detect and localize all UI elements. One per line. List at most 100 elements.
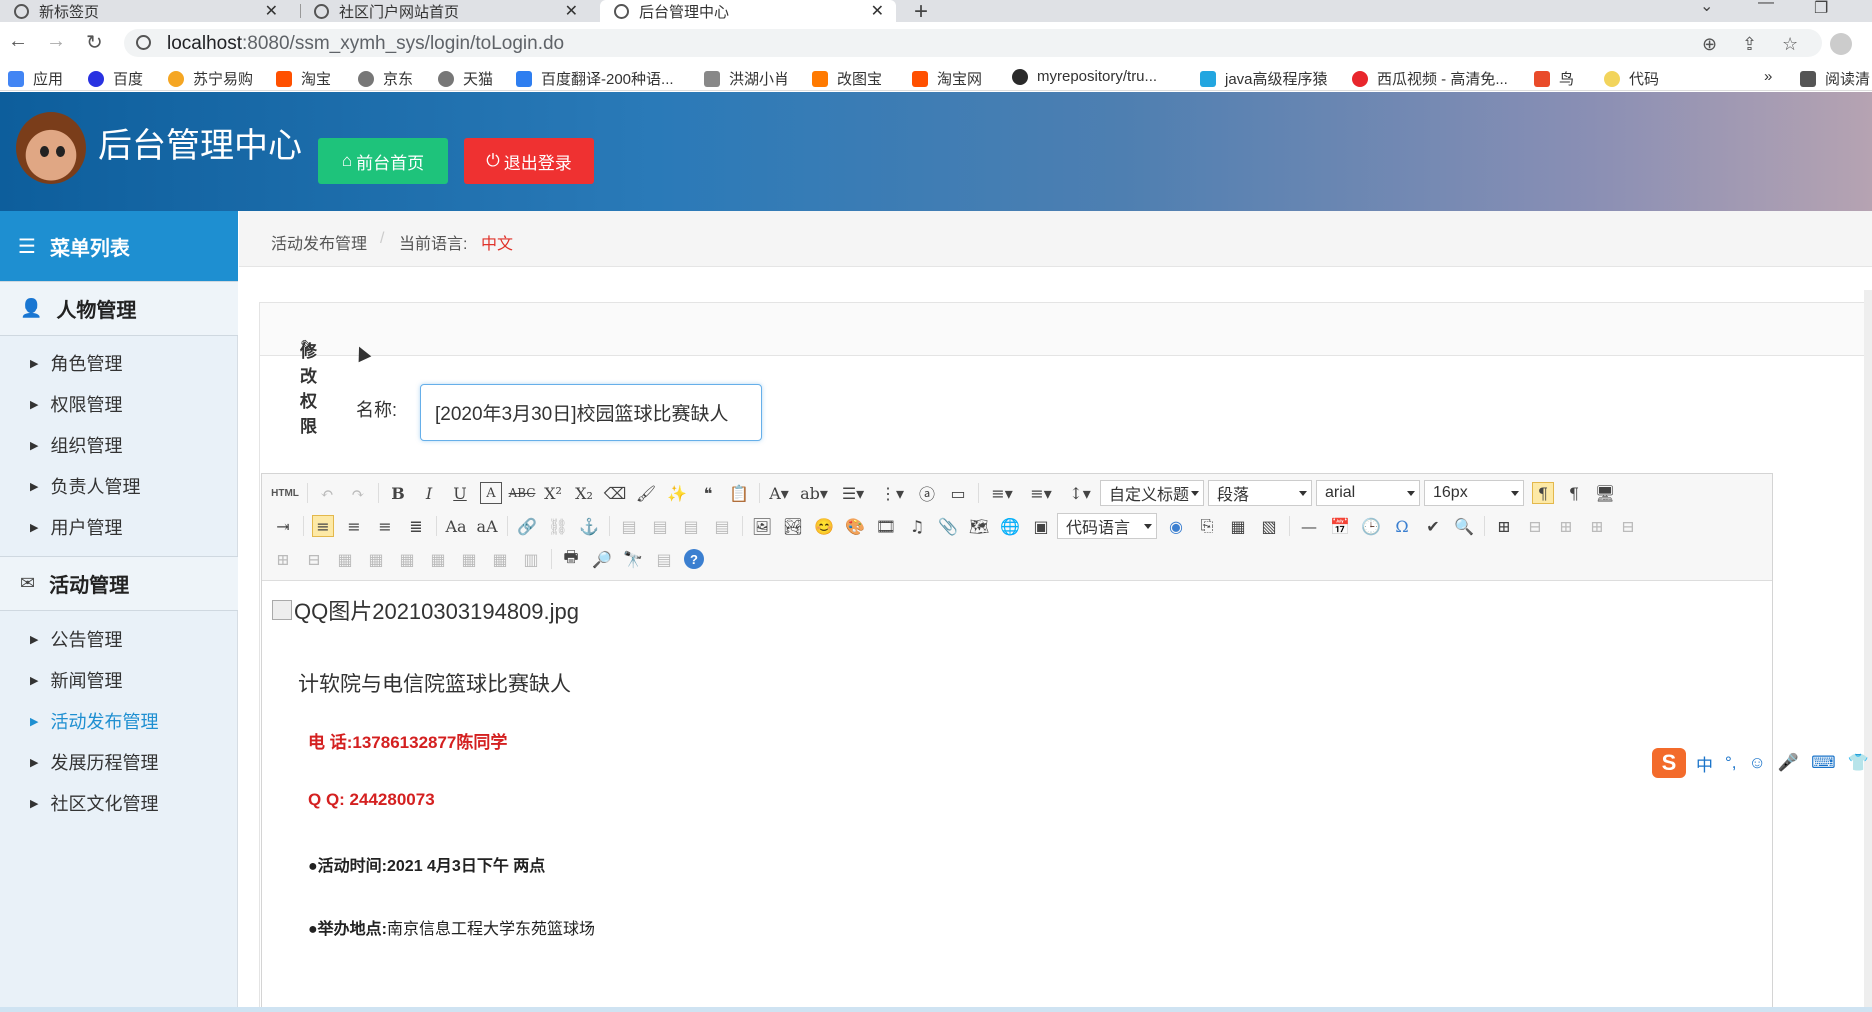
ime-toolbar[interactable]: S 中 °, ☺ 🎤 ⌨ 👕: [1652, 748, 1872, 778]
bookmark-honghu[interactable]: 洪湖小肖: [704, 68, 789, 89]
to-lowercase-icon[interactable]: aA: [476, 515, 498, 537]
align-right-icon[interactable]: ≡: [374, 515, 396, 537]
custom-heading-select[interactable]: 自定义标题: [1100, 480, 1204, 506]
star-icon[interactable]: ☆: [1782, 34, 1798, 55]
share-icon[interactable]: ⇪: [1742, 34, 1757, 55]
close-icon[interactable]: ✕: [565, 1, 578, 21]
image-left-icon[interactable]: ▤: [649, 515, 671, 537]
back-icon[interactable]: ←: [8, 30, 28, 53]
bookmark-tmall[interactable]: 天猫: [438, 68, 493, 89]
split-cells-icon[interactable]: ▦: [427, 548, 449, 570]
clear-doc-icon[interactable]: ▭: [947, 482, 969, 504]
bookmark-code[interactable]: 代码: [1604, 68, 1659, 89]
close-icon[interactable]: ✕: [265, 1, 278, 21]
ime-voice-icon[interactable]: 🎤: [1778, 753, 1799, 773]
drafts-icon[interactable]: ▤: [653, 548, 675, 570]
sidebar-group-activities[interactable]: ✉ 活动管理: [0, 556, 238, 611]
scrawl-icon[interactable]: 🎨: [844, 515, 866, 537]
restore-icon[interactable]: ❐: [1814, 0, 1828, 18]
image-center-icon[interactable]: ▤: [711, 515, 733, 537]
template-icon[interactable]: ▦: [1227, 515, 1249, 537]
font-border-icon[interactable]: A: [480, 482, 502, 504]
chart-icon[interactable]: ▥: [520, 548, 542, 570]
date-icon[interactable]: 📅: [1329, 515, 1351, 537]
sidebar-item-notices[interactable]: ▶ 公告管理: [30, 626, 122, 652]
print-icon[interactable]: 🖶: [560, 547, 582, 570]
format-brush-icon[interactable]: 🖌: [635, 482, 657, 504]
insert-table-icon[interactable]: ⊞: [1493, 515, 1515, 537]
zoom-icon[interactable]: ⊕: [1702, 34, 1717, 55]
font-color-icon[interactable]: A▾: [768, 482, 790, 504]
italic-icon[interactable]: I: [418, 482, 440, 504]
tab-portal[interactable]: 社区门户网站首页 ✕: [300, 0, 590, 22]
bookmark-gaitubao[interactable]: 改图宝: [812, 68, 882, 89]
name-input[interactable]: [420, 384, 762, 441]
ltr-icon[interactable]: ¶: [1532, 482, 1554, 504]
sidebar-item-culture[interactable]: ▶ 社区文化管理: [30, 790, 158, 816]
map-icon[interactable]: 🗺: [968, 515, 990, 537]
ime-skin-icon[interactable]: 👕: [1848, 753, 1869, 773]
paragraph-select[interactable]: 段落: [1208, 480, 1312, 506]
code-language-select[interactable]: 代码语言: [1057, 513, 1157, 539]
sidebar-item-history[interactable]: ▶ 发展历程管理: [30, 749, 158, 775]
bookmark-xigua[interactable]: 西瓜视频 - 高清免...: [1352, 68, 1508, 89]
subscript-icon[interactable]: X₂: [573, 482, 595, 504]
bookmark-taobaowang[interactable]: 淘宝网: [912, 68, 982, 89]
ordered-list-icon[interactable]: ☰▾: [838, 482, 868, 504]
sidebar-item-activity-publish[interactable]: ▶ 活动发布管理: [30, 708, 158, 734]
autotype-icon[interactable]: ✨: [666, 482, 688, 504]
insert-video-icon[interactable]: 🎞: [875, 515, 897, 537]
page-scrollbar[interactable]: [1864, 290, 1872, 1012]
underline-icon[interactable]: U: [449, 482, 471, 504]
background-icon[interactable]: ▧: [1258, 515, 1280, 537]
bookmark-taobao[interactable]: 淘宝: [276, 68, 331, 89]
unlink-icon[interactable]: ⛓: [547, 515, 569, 537]
gmap-icon[interactable]: 🌐: [999, 515, 1021, 537]
broken-image[interactable]: QQ图片20210303194809.jpg: [272, 594, 579, 626]
sidebar-group-people[interactable]: 👤 人物管理: [0, 281, 238, 336]
editor-body[interactable]: [272, 590, 1752, 1012]
preview-icon[interactable]: 🔎: [591, 548, 613, 570]
delete-table-icon[interactable]: ⊟: [1524, 515, 1546, 537]
sidebar-item-roles[interactable]: ▶ 角色管理: [30, 350, 122, 376]
emotion-icon[interactable]: 😊: [813, 515, 835, 537]
more-bookmarks[interactable]: »: [1764, 68, 1772, 85]
insert-image-icon[interactable]: 🏞: [782, 515, 804, 537]
breadcrumb-section[interactable]: 活动发布管理: [271, 230, 367, 254]
sidebar-item-organizations[interactable]: ▶ 组织管理: [30, 432, 122, 458]
insert-row-icon[interactable]: ⊞: [1586, 515, 1608, 537]
align-center-icon[interactable]: ≡: [343, 515, 365, 537]
anchor-icon[interactable]: ⚓: [578, 515, 600, 537]
simple-upload-icon[interactable]: 🖼: [751, 515, 773, 537]
delete-col-icon[interactable]: ⊟: [303, 548, 325, 570]
unordered-list-icon[interactable]: ⋮▾: [877, 482, 907, 504]
align-justify-icon[interactable]: ≣: [405, 515, 427, 537]
attachment-icon[interactable]: 📎: [937, 515, 959, 537]
bookmark-fanyi[interactable]: 百度翻译-200种语...: [516, 68, 674, 89]
bookmark-baidu[interactable]: 百度: [88, 68, 143, 89]
html-source-icon[interactable]: HTML: [271, 482, 299, 504]
horizontal-rule-icon[interactable]: —: [1298, 515, 1320, 537]
rtl-icon[interactable]: ¶: [1563, 482, 1585, 504]
align-left-icon[interactable]: ≡: [312, 515, 334, 537]
image-right-icon[interactable]: ▤: [680, 515, 702, 537]
bookmark-bird[interactable]: 鸟: [1534, 68, 1574, 89]
url-text[interactable]: localhost:8080/ssm_xymh_sys/login/toLogi…: [167, 33, 564, 55]
image-none-icon[interactable]: ▤: [618, 515, 640, 537]
bookmark-myrepository[interactable]: myrepository/tru...: [1012, 68, 1157, 85]
reload-icon[interactable]: ↻: [86, 30, 103, 55]
bookmark-jd[interactable]: 京东: [358, 68, 413, 89]
font-family-select[interactable]: arial: [1316, 480, 1420, 506]
eraser-icon[interactable]: ⌫: [604, 482, 627, 504]
address-bar[interactable]: localhost:8080/ssm_xymh_sys/login/toLogi…: [124, 29, 1822, 57]
bookmark-reading-list[interactable]: 阅读清: [1800, 68, 1870, 89]
paste-plain-icon[interactable]: 📋: [728, 482, 750, 504]
insert-paragraph-before-table-icon[interactable]: ⊞: [1555, 515, 1577, 537]
indent-icon[interactable]: ⇥: [272, 515, 294, 537]
merge-cells-icon[interactable]: ▦: [334, 548, 356, 570]
ime-punctuation[interactable]: °,: [1725, 753, 1737, 773]
line-height-icon[interactable]: ↕▾: [1065, 482, 1095, 504]
sidebar-item-users[interactable]: ▶ 用户管理: [30, 514, 122, 540]
blockquote-icon[interactable]: ❝: [697, 482, 719, 504]
insert-col-icon[interactable]: ⊞: [272, 548, 294, 570]
